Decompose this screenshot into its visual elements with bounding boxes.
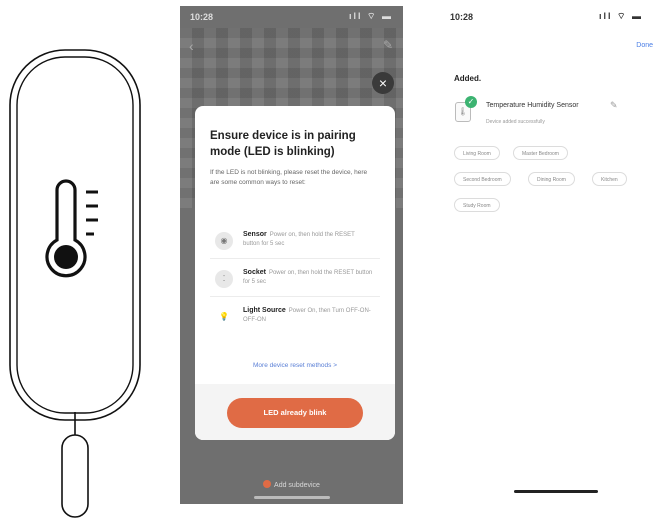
- close-icon[interactable]: ×: [372, 72, 394, 94]
- room-chip[interactable]: Dining Room: [528, 172, 575, 186]
- more-reset-methods-link[interactable]: More device reset methods >: [195, 362, 395, 369]
- method-name: Light Source: [243, 307, 286, 314]
- bulb-icon: 💡: [215, 308, 233, 326]
- socket-icon: ⁚: [215, 270, 233, 288]
- thermometer-icon: [45, 179, 98, 278]
- check-icon: ✓: [465, 96, 477, 108]
- status-bar: 10:28 ıll ⌔ ▬: [180, 6, 403, 28]
- reset-method-light: 💡 Light Source Power On, then Turn OFF-ON…: [210, 300, 380, 334]
- led-already-blink-button[interactable]: LED already blink: [227, 398, 363, 428]
- method-name: Sensor: [243, 231, 267, 238]
- pairing-mode-dialog: Ensure device is in pairing mode (LED is…: [195, 106, 395, 440]
- status-time: 10:28: [190, 12, 214, 22]
- phone-screen-added: 10:28 ıll ⌔ ▬ Done Added. 🌡 ✓ Temperatur…: [440, 6, 655, 504]
- home-indicator: [254, 496, 330, 499]
- room-chip[interactable]: Kitchen: [592, 172, 627, 186]
- dialog-title: Ensure device is in pairing mode (LED is…: [210, 130, 356, 158]
- sensor-icon: ◉: [215, 232, 233, 250]
- dialog-description: If the LED is not blinking, please reset…: [210, 169, 368, 186]
- edit-name-icon[interactable]: ✎: [610, 100, 618, 111]
- status-bar: 10:28 ıll ⌔ ▬: [440, 6, 655, 28]
- sensor-device-illustration: [9, 49, 141, 518]
- edit-icon[interactable]: ✎: [383, 38, 393, 52]
- room-chip[interactable]: Study Room: [454, 198, 500, 212]
- status-time: 10:28: [450, 12, 474, 22]
- status-icons: ıll ⌔ ▬: [349, 11, 393, 21]
- page-title: Added.: [454, 74, 482, 83]
- dialog-footer: LED already blink: [195, 384, 395, 440]
- room-chip[interactable]: Second Bedroom: [454, 172, 511, 186]
- room-chip[interactable]: Master Bedroom: [513, 146, 568, 160]
- phone-screen-pairing: 10:28 ıll ⌔ ▬ ‹ ✎ × Ensure device is in …: [180, 6, 403, 504]
- add-subdevice-link[interactable]: Add subdevice: [180, 480, 403, 489]
- reset-method-socket: ⁚ Socket Power on, then hold the RESET bu…: [210, 262, 380, 297]
- status-icons: ıll ⌔ ▬: [599, 11, 643, 21]
- home-indicator: [514, 490, 598, 493]
- back-arrow-icon[interactable]: ‹: [189, 38, 194, 54]
- add-icon: [263, 480, 272, 488]
- add-subdevice-label: Add subdevice: [274, 482, 320, 489]
- device-status: Device added successfully: [486, 119, 545, 125]
- device-name: Temperature Humidity Sensor: [486, 102, 579, 109]
- room-chip[interactable]: Living Room: [454, 146, 500, 160]
- method-name: Socket: [243, 269, 266, 276]
- reset-method-sensor: ◉ Sensor Power on, then hold the RESET bu…: [210, 224, 380, 259]
- done-button[interactable]: Done: [636, 42, 653, 49]
- lanyard-strap: [61, 412, 89, 518]
